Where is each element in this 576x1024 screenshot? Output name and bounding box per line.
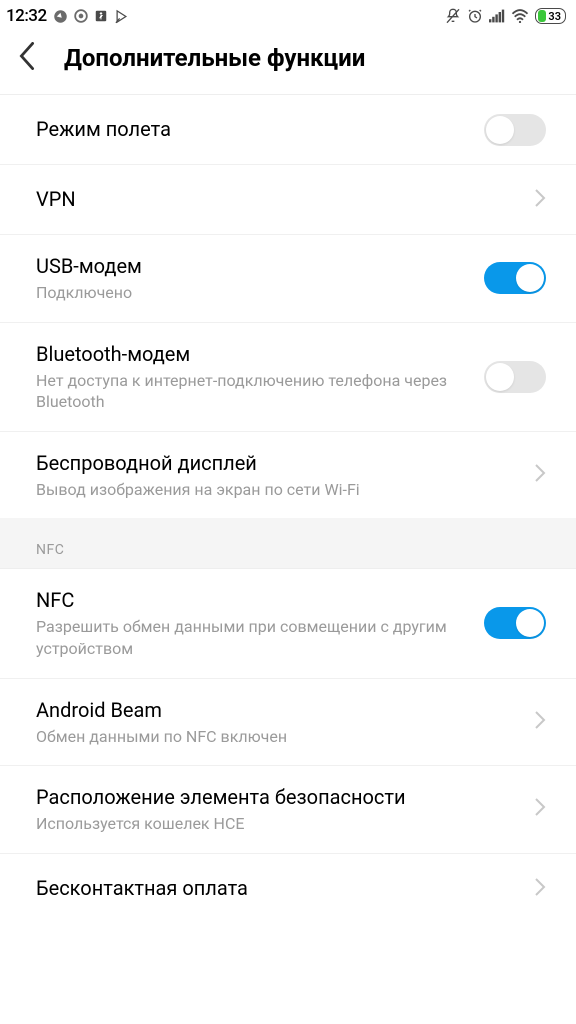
row-title: VPN [36,186,516,213]
row-subtitle: Используется кошелек HCE [36,813,516,835]
section-header-nfc: NFC [0,518,576,569]
page-title: Дополнительные функции [64,44,365,72]
alarm-icon [467,8,483,24]
row-subtitle: Нет доступа к интернет-подключению телеф… [36,370,466,413]
row-subtitle: Подключено [36,282,466,304]
chevron-right-icon [534,463,546,487]
row-usb-modem[interactable]: USB-модем Подключено [0,235,576,323]
location-icon [53,9,68,24]
back-button[interactable] [18,42,36,74]
battery-icon: 33 [535,8,566,24]
row-title: Бесконтактная оплата [36,875,516,902]
chevron-right-icon [534,710,546,734]
row-subtitle: Вывод изображения на экран по сети Wi-Fi [36,479,516,501]
row-subtitle: Обмен данными по NFC включен [36,726,516,748]
row-android-beam[interactable]: Android Beam Обмен данными по NFC включе… [0,679,576,767]
row-secure-element[interactable]: Расположение элемента безопасности Испол… [0,766,576,854]
row-title: Расположение элемента безопасности [36,784,516,811]
toggle-usb-modem[interactable] [484,262,546,294]
row-title: Беспроводной дисплей [36,450,516,477]
row-bluetooth-modem[interactable]: Bluetooth-модем Нет доступа к интернет-п… [0,323,576,432]
mute-icon [445,8,461,24]
row-title: Bluetooth-модем [36,341,466,368]
toggle-airplane-mode[interactable] [484,114,546,146]
row-title: USB-модем [36,253,466,280]
status-bar: 12:32 33 [0,0,576,30]
toggle-nfc[interactable] [484,607,546,639]
usb-icon [94,9,108,23]
row-title: NFC [36,587,466,614]
signal-icon [489,9,505,23]
toggle-bluetooth-modem[interactable] [484,361,546,393]
row-airplane-mode[interactable]: Режим полета [0,95,576,165]
row-title: Android Beam [36,697,516,724]
row-contactless-payment[interactable]: Бесконтактная оплата [0,854,576,924]
settings-list: Режим полета VPN USB-модем Подключено Bl… [0,95,576,924]
row-nfc[interactable]: NFC Разрешить обмен данными при совмещен… [0,569,576,678]
status-time: 12:32 [6,6,47,26]
wifi-icon [511,9,529,23]
battery-percent: 33 [548,10,561,23]
chevron-right-icon [534,877,546,901]
row-title: Режим полета [36,116,466,143]
chevron-right-icon [534,188,546,212]
row-wireless-display[interactable]: Беспроводной дисплей Вывод изображения н… [0,432,576,519]
row-subtitle: Разрешить обмен данными при совмещении с… [36,616,466,659]
chevron-right-icon [534,797,546,821]
row-vpn[interactable]: VPN [0,165,576,235]
play-icon [114,9,129,24]
record-icon [74,9,88,23]
page-header: Дополнительные функции [0,30,576,95]
